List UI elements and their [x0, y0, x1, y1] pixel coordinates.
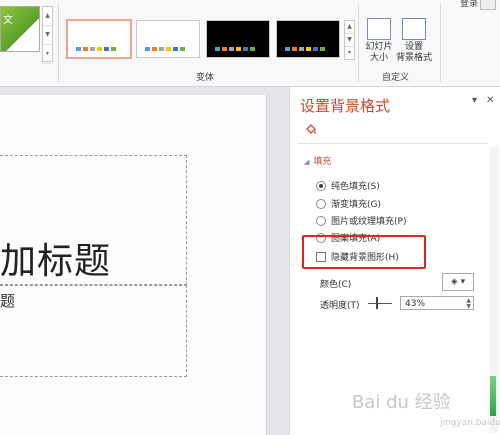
radio-icon[interactable] — [316, 198, 326, 209]
title-placeholder[interactable]: 加标题 — [0, 155, 187, 285]
pane-options-icon[interactable]: ▾ — [472, 95, 477, 106]
paint-bucket-icon: ◈ — [450, 277, 458, 287]
gallery-more-icon[interactable]: ▾ — [43, 45, 52, 64]
radio-icon[interactable] — [316, 215, 326, 226]
variant-gallery-scroll[interactable]: ▲ ▼ ▾ — [344, 20, 355, 60]
user-avatar-icon[interactable] — [480, 0, 496, 10]
format-background-pane: 设置背景格式 ▾ ✕ ◢ 填充 纯色填充(S) 渐变填充(G) 图片或纹理填充(P… — [289, 87, 500, 435]
theme-thumb-text: 文 — [3, 15, 13, 26]
scroll-indicator — [490, 376, 496, 416]
transparency-slider[interactable] — [368, 303, 392, 304]
subtitle-placeholder[interactable]: 题 — [0, 285, 187, 377]
theme-thumbnail[interactable]: 文 — [0, 6, 40, 52]
watermark: Bai du 经验 — [352, 392, 451, 413]
scroll-down-icon[interactable]: ▼ — [345, 34, 354, 47]
watermark-subtext: jingyan.baidu.com — [440, 418, 500, 428]
theme-gallery-scroll[interactable]: ▲ ▼ ▾ — [42, 6, 53, 64]
highlight-box — [302, 235, 426, 269]
format-background-icon — [402, 18, 426, 40]
variants-group-label: 变体 — [196, 73, 215, 83]
spinner-icon[interactable]: ▲ ▼ — [466, 298, 471, 310]
pane-divider — [298, 143, 488, 144]
transparency-label: 透明度(T) — [320, 301, 360, 311]
solid-fill-option[interactable]: 纯色填充(S) — [316, 179, 380, 192]
gradient-fill-option[interactable]: 渐变填充(G) — [316, 197, 381, 210]
slide-size-icon — [367, 18, 391, 40]
scroll-up-icon[interactable]: ▲ — [43, 7, 52, 26]
customize-group-label: 自定义 — [382, 73, 410, 83]
transparency-slider-thumb[interactable] — [376, 297, 378, 309]
subtitle-placeholder-text: 题 — [0, 292, 16, 310]
transparency-input[interactable]: 43% ▲ ▼ — [400, 296, 474, 310]
login-link[interactable]: 登录 — [460, 0, 478, 9]
color-label: 颜色(C) — [320, 280, 352, 290]
format-background-button[interactable]: 设置 背景格式 — [394, 18, 434, 64]
radio-icon[interactable] — [316, 180, 326, 191]
fill-section-header[interactable]: ◢ 填充 — [304, 154, 331, 167]
variant-4[interactable] — [276, 20, 340, 58]
color-picker-button[interactable]: ◈ ▾ — [442, 273, 474, 291]
scroll-down-icon[interactable]: ▼ — [43, 26, 52, 45]
slide-size-button[interactable]: 幻灯片 大小 — [362, 18, 396, 64]
fill-bucket-icon[interactable] — [304, 123, 318, 137]
collapse-triangle-icon: ◢ — [304, 158, 310, 166]
ribbon: 登录 文 ▲ ▼ ▾ ▲ ▼ ▾ 变体 幻灯片 大小 设置 背景格式 自定义 — [0, 0, 500, 87]
gallery-more-icon[interactable]: ▾ — [345, 47, 354, 59]
pane-title: 设置背景格式 — [300, 97, 391, 115]
group-separator — [358, 4, 359, 82]
variant-1[interactable] — [66, 19, 132, 59]
group-separator — [58, 4, 59, 82]
slide-editor: 加标题 题 — [0, 87, 288, 435]
slide-canvas[interactable]: 加标题 题 — [0, 95, 267, 435]
scroll-up-icon[interactable]: ▲ — [345, 21, 354, 34]
picture-fill-option[interactable]: 图片或纹理填充(P) — [316, 214, 406, 227]
variant-2[interactable] — [136, 20, 200, 58]
variant-3[interactable] — [206, 20, 270, 58]
group-separator — [440, 4, 441, 82]
close-icon[interactable]: ✕ — [486, 95, 494, 106]
title-placeholder-text: 加标题 — [0, 241, 112, 282]
